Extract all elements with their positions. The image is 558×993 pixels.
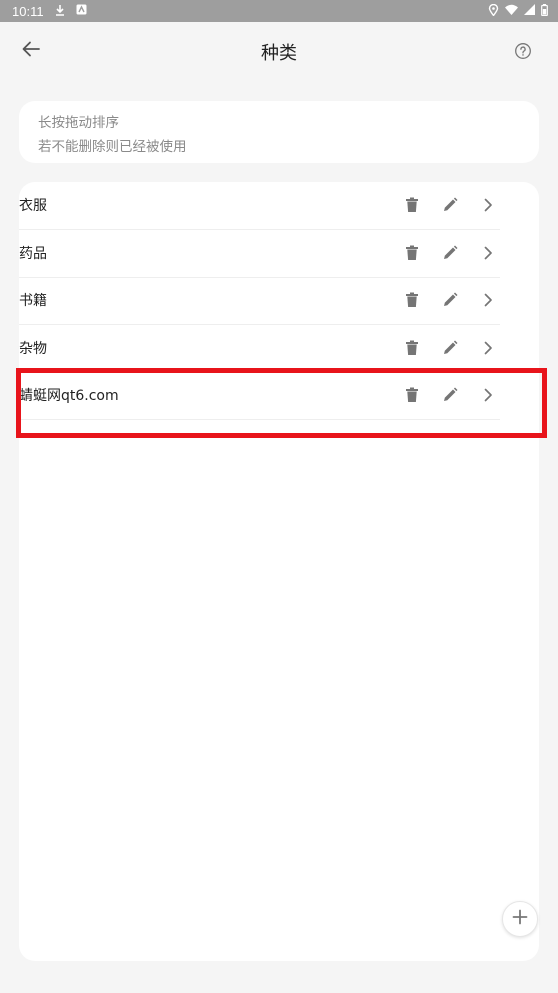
battery-icon <box>541 3 548 19</box>
add-category-button[interactable] <box>502 901 538 937</box>
chevron-right-icon[interactable] <box>480 245 496 261</box>
back-button[interactable] <box>16 36 46 66</box>
list-item[interactable]: 书籍 <box>19 277 500 325</box>
signal-icon <box>524 4 535 18</box>
trash-icon[interactable] <box>404 340 420 356</box>
pencil-icon[interactable] <box>442 387 458 403</box>
category-label: 蜻蜓网qt6.com <box>19 388 119 405</box>
location-icon <box>488 3 499 19</box>
arrow-left-icon <box>21 39 41 63</box>
help-button[interactable] <box>514 42 532 60</box>
info-card: 长按拖动排序 若不能删除则已经被使用 <box>19 101 539 163</box>
help-circle-icon <box>514 43 532 64</box>
plus-icon <box>512 909 528 929</box>
pencil-icon[interactable] <box>442 292 458 308</box>
pencil-icon[interactable] <box>442 197 458 213</box>
list-item[interactable]: 蜻蜓网qt6.com <box>19 372 500 420</box>
chevron-right-icon[interactable] <box>480 340 496 356</box>
category-label: 书籍 <box>19 293 47 310</box>
trash-icon[interactable] <box>404 387 420 403</box>
download-icon <box>54 4 66 19</box>
category-label: 杂物 <box>19 341 47 358</box>
list-item[interactable]: 药品 <box>19 230 500 278</box>
page-title: 种类 <box>261 43 297 64</box>
delete-hint: 若不能删除则已经被使用 <box>38 139 187 155</box>
chevron-right-icon[interactable] <box>480 197 496 213</box>
status-time: 10:11 <box>12 3 44 19</box>
chevron-right-icon[interactable] <box>480 387 496 403</box>
app-notification-icon <box>76 4 87 18</box>
pencil-icon[interactable] <box>442 245 458 261</box>
list-item[interactable]: 杂物 <box>19 325 500 373</box>
list-item[interactable]: 衣服 <box>19 182 500 230</box>
trash-icon[interactable] <box>404 197 420 213</box>
trash-icon[interactable] <box>404 292 420 308</box>
app-bar: 种类 <box>0 22 558 82</box>
category-label: 衣服 <box>19 198 47 215</box>
chevron-right-icon[interactable] <box>480 292 496 308</box>
sort-hint: 长按拖动排序 <box>38 115 119 131</box>
status-bar: 10:11 <box>0 0 558 22</box>
wifi-icon <box>505 4 518 18</box>
pencil-icon[interactable] <box>442 340 458 356</box>
trash-icon[interactable] <box>404 245 420 261</box>
category-label: 药品 <box>19 246 47 263</box>
